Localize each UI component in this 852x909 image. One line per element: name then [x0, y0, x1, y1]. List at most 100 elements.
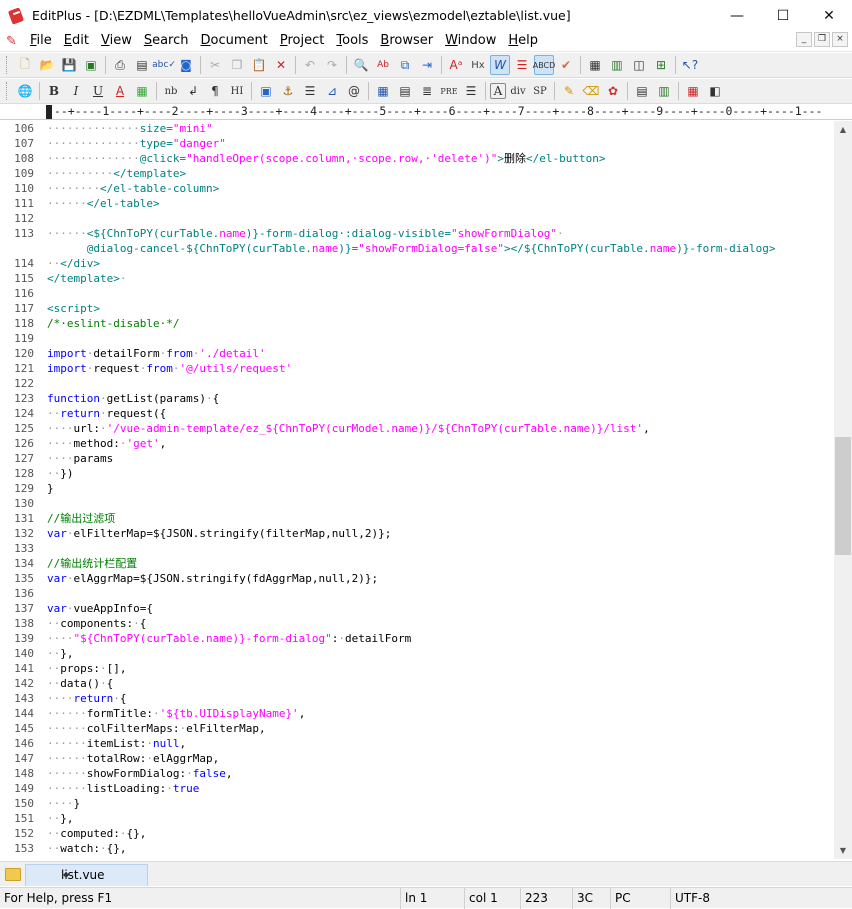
menu-edit[interactable]: Edit: [58, 31, 95, 52]
table-icon[interactable]: ▦: [373, 81, 393, 101]
form-icon[interactable]: ▤: [395, 81, 415, 101]
image-icon[interactable]: ▣: [256, 81, 276, 101]
menu-window[interactable]: Window: [439, 31, 502, 52]
code-line[interactable]: 126····method:·'get',: [0, 436, 834, 451]
code-line[interactable]: 138··components:·{: [0, 616, 834, 631]
code-line[interactable]: 125····url:·'/vue-admin-template/ez_${Ch…: [0, 421, 834, 436]
code-line[interactable]: 109··········</template>: [0, 166, 834, 181]
column-select-icon[interactable]: ABCD: [534, 55, 554, 75]
menu-browser[interactable]: Browser: [374, 31, 439, 52]
hex-view-icon[interactable]: ▦: [585, 55, 605, 75]
code-line[interactable]: 146······itemList:·null,: [0, 736, 834, 751]
open-folder-icon[interactable]: 📂: [37, 55, 57, 75]
undo-icon[interactable]: ↶: [300, 55, 320, 75]
code-line[interactable]: 147······totalRow:·elAggrMap,: [0, 751, 834, 766]
print-preview-icon[interactable]: ▤: [132, 55, 152, 75]
folder-icon[interactable]: [5, 866, 19, 880]
close-button[interactable]: ✕: [806, 0, 852, 31]
pre-icon[interactable]: PRE: [439, 81, 459, 101]
code-line[interactable]: 116: [0, 286, 834, 301]
code-line[interactable]: 113······<${ChnToPY(curTable.name)}-form…: [0, 226, 834, 241]
find-icon[interactable]: 🔍: [351, 55, 371, 75]
context-help-icon[interactable]: ↖?: [680, 55, 700, 75]
code-line[interactable]: 151··},: [0, 811, 834, 826]
color-picker-icon[interactable]: ▦: [132, 81, 152, 101]
heading-icon[interactable]: Hx: [468, 55, 488, 75]
bold-icon[interactable]: B: [44, 81, 64, 101]
align-icon[interactable]: ⊿: [322, 81, 342, 101]
list-align-icon[interactable]: ≣: [417, 81, 437, 101]
delete-icon[interactable]: ✕: [271, 55, 291, 75]
span-icon[interactable]: SP: [530, 81, 550, 101]
code-line[interactable]: 107··············type="danger": [0, 136, 834, 151]
paste-icon[interactable]: 📋: [249, 55, 269, 75]
code-line[interactable]: 123function·getList(params)·{: [0, 391, 834, 406]
code-line[interactable]: 114··</div>: [0, 256, 834, 271]
tab-list-vue[interactable]: ◆ list.vue: [25, 864, 148, 886]
line-number-icon[interactable]: ☰: [512, 55, 532, 75]
menu-view[interactable]: View: [95, 31, 138, 52]
code-line[interactable]: 154··created()·{: [0, 856, 834, 859]
copy-icon[interactable]: ❐: [227, 55, 247, 75]
menu-search[interactable]: Search: [138, 31, 195, 52]
code-line[interactable]: 112: [0, 211, 834, 226]
code-line[interactable]: 133: [0, 541, 834, 556]
code-line[interactable]: 119: [0, 331, 834, 346]
minimize-button[interactable]: —: [714, 0, 760, 31]
menu-document[interactable]: Document: [195, 31, 274, 52]
browser-preview-icon[interactable]: ◙: [176, 55, 196, 75]
code-line[interactable]: 118/*·eslint-disable·*/: [0, 316, 834, 331]
save-icon[interactable]: 💾: [59, 55, 79, 75]
color-brush-icon[interactable]: ✿: [603, 81, 623, 101]
cut-icon[interactable]: ✂: [205, 55, 225, 75]
code-line[interactable]: 106··············size="mini": [0, 121, 834, 136]
email-icon[interactable]: @: [344, 81, 364, 101]
find-in-files-icon[interactable]: ⧉: [395, 55, 415, 75]
font-color-icon[interactable]: A: [110, 81, 130, 101]
code-line[interactable]: 135var·elAggrMap=${JSON.stringify(fdAggr…: [0, 571, 834, 586]
menu-project[interactable]: Project: [274, 31, 331, 52]
code-line[interactable]: 110········</el-table-column>: [0, 181, 834, 196]
code-line[interactable]: 145······colFilterMaps:·elFilterMap,: [0, 721, 834, 736]
horizontal-rule-icon[interactable]: HI: [227, 81, 247, 101]
italic-icon[interactable]: I: [66, 81, 86, 101]
scroll-thumb[interactable]: [835, 437, 851, 555]
print-icon[interactable]: ⎙: [110, 55, 130, 75]
code-line[interactable]: 148······showFormDialog:·false,: [0, 766, 834, 781]
code-line[interactable]: 139····"${ChnToPY(curTable.name)}-form-d…: [0, 631, 834, 646]
toolbar-grip[interactable]: [6, 56, 10, 74]
menu-tools[interactable]: Tools: [330, 31, 374, 52]
html-toolbar-icon[interactable]: ▥: [607, 55, 627, 75]
output-window-icon[interactable]: ◫: [629, 55, 649, 75]
code-line[interactable]: 122: [0, 376, 834, 391]
eraser-icon[interactable]: ⌫: [581, 81, 601, 101]
code-line[interactable]: 111······</el-table>: [0, 196, 834, 211]
code-line[interactable]: 108··············@click="handleOper(scop…: [0, 151, 834, 166]
code-line[interactable]: 131//输出过滤项: [0, 511, 834, 526]
code-editor[interactable]: 106··············size="mini"107·········…: [0, 121, 834, 859]
html-preview-icon[interactable]: ▤: [632, 81, 652, 101]
nbsp-icon[interactable]: nb: [161, 81, 181, 101]
code-line[interactable]: 153··watch:·{},: [0, 841, 834, 856]
hline-icon[interactable]: ☰: [300, 81, 320, 101]
code-line[interactable]: 115</template>·: [0, 271, 834, 286]
anchor-icon[interactable]: ⚓: [278, 81, 298, 101]
style-pen-icon[interactable]: ✎: [559, 81, 579, 101]
scroll-down-arrow-icon[interactable]: ▼: [834, 842, 852, 859]
code-line[interactable]: 136: [0, 586, 834, 601]
spell-check-icon[interactable]: abc✓: [154, 55, 174, 75]
scroll-up-arrow-icon[interactable]: ▲: [834, 121, 852, 138]
code-line[interactable]: 140··},: [0, 646, 834, 661]
code-line[interactable]: 129}: [0, 481, 834, 496]
document-restore-button[interactable]: ❐: [814, 32, 830, 47]
replace-icon[interactable]: Ab: [373, 55, 393, 75]
save-all-icon[interactable]: ▣: [81, 55, 101, 75]
code-line[interactable]: 152··computed:·{},: [0, 826, 834, 841]
code-line[interactable]: 150····}: [0, 796, 834, 811]
word-wrap-icon[interactable]: W: [490, 55, 510, 75]
check-mark-icon[interactable]: ✔: [556, 55, 576, 75]
code-line[interactable]: 143····return·{: [0, 691, 834, 706]
code-line[interactable]: 117<script>: [0, 301, 834, 316]
paragraph-icon[interactable]: ¶: [205, 81, 225, 101]
code-line[interactable]: 128··}): [0, 466, 834, 481]
